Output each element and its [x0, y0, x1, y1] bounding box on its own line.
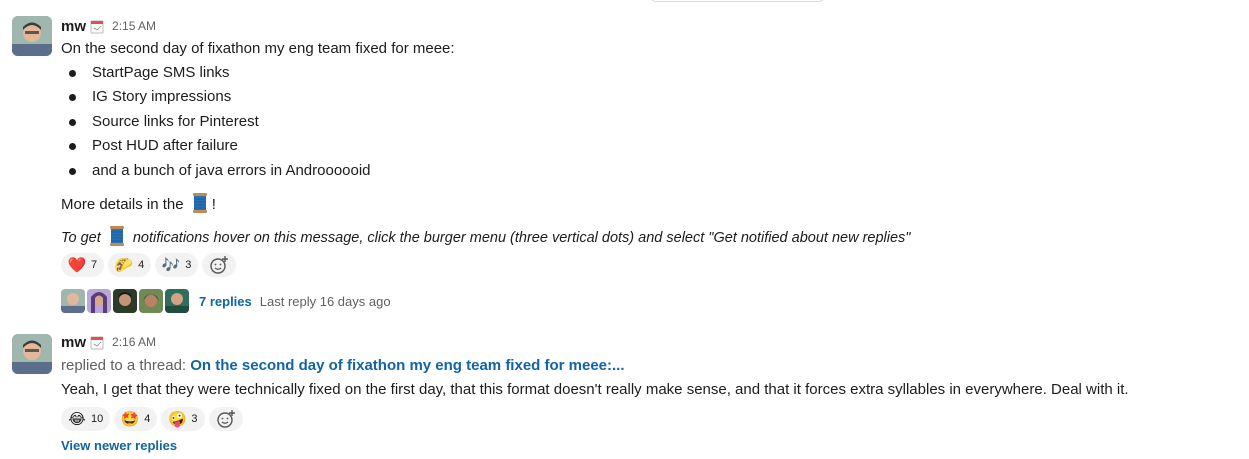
note-text: notifications hover on this message, cli… — [132, 230, 911, 246]
add-emoji-icon — [210, 256, 229, 274]
last-reply-time: Last reply 16 days ago — [259, 293, 391, 309]
message-header: mw 2:16 AM — [61, 332, 156, 352]
reaction-heart[interactable]: ❤️ 7 — [61, 253, 105, 277]
laughing-emoji-icon: 😂 — [68, 410, 86, 428]
reaction-bar: ❤️ 7 🌮 4 🎶 3 — [61, 253, 237, 277]
reaction-count: 7 — [91, 259, 98, 271]
message-body: Yeah, I get that they were technically f… — [61, 381, 1129, 398]
list-item: Source links for Pinterest — [61, 110, 371, 134]
reaction-count: 3 — [185, 259, 192, 271]
message-intro: On the second day of fixathon my eng tea… — [61, 40, 455, 57]
replier-avatar — [139, 289, 163, 313]
replier-avatar — [61, 289, 85, 313]
details-line: More details in the ! — [61, 192, 216, 216]
reaction-count: 3 — [191, 413, 198, 425]
bullet-list: StartPage SMS links IG Story impressions… — [61, 61, 371, 183]
replies-link[interactable]: 7 replies — [199, 294, 252, 309]
reaction-zany[interactable]: 🤪 3 — [161, 407, 205, 431]
jump-pill[interactable] — [650, 0, 825, 2]
add-emoji-icon — [216, 410, 235, 428]
reaction-music[interactable]: 🎶 3 — [155, 253, 199, 277]
music-notes-emoji-icon: 🎶 — [161, 256, 181, 274]
list-item: StartPage SMS links — [61, 61, 371, 85]
reaction-star-struck[interactable]: 🤩 4 — [114, 407, 158, 431]
view-newer-replies-link[interactable]: View newer replies — [61, 438, 177, 453]
replied-prefix: replied to a thread: — [61, 357, 187, 374]
details-exclaim: ! — [211, 196, 216, 213]
thread-spool-icon — [107, 225, 127, 247]
reaction-taco[interactable]: 🌮 4 — [108, 253, 152, 277]
reaction-count: 4 — [144, 413, 151, 425]
heart-emoji-icon: ❤️ — [67, 256, 87, 274]
reaction-laughing[interactable]: 😂 10 — [61, 407, 111, 431]
calendar-status-icon[interactable] — [90, 335, 104, 350]
author-name[interactable]: mw — [61, 18, 86, 35]
notification-note: To get notifications hover on this messa… — [61, 225, 910, 249]
zany-face-emoji-icon: 🤪 — [168, 410, 187, 428]
add-reaction-button[interactable] — [208, 407, 243, 431]
thread-summary[interactable]: 7 replies Last reply 16 days ago — [61, 288, 391, 314]
reaction-count: 4 — [138, 259, 145, 271]
replier-avatar — [113, 289, 137, 313]
calendar-status-icon[interactable] — [90, 19, 104, 34]
note-prefix: To get — [61, 230, 101, 246]
replier-avatar — [87, 289, 111, 313]
reaction-count: 10 — [91, 413, 104, 425]
star-struck-emoji-icon: 🤩 — [120, 410, 140, 428]
list-item: IG Story impressions — [61, 85, 371, 109]
author-name[interactable]: mw — [61, 334, 86, 351]
avatar[interactable] — [12, 16, 52, 56]
replier-avatar — [165, 289, 189, 313]
add-reaction-button[interactable] — [202, 253, 237, 277]
avatar[interactable] — [12, 334, 52, 374]
reaction-bar: 😂 10 🤩 4 🤪 3 — [61, 407, 243, 431]
message-header: mw 2:15 AM — [61, 16, 156, 36]
replied-to-line: replied to a thread: On the second day o… — [61, 357, 625, 374]
thread-spool-icon — [190, 192, 210, 214]
parent-thread-link[interactable]: On the second day of fixathon my eng tea… — [190, 357, 624, 374]
taco-emoji-icon: 🌮 — [114, 256, 134, 274]
timestamp[interactable]: 2:15 AM — [112, 19, 156, 33]
timestamp[interactable]: 2:16 AM — [112, 335, 156, 349]
list-item: Post HUD after failure — [61, 134, 371, 158]
list-item: and a bunch of java errors in Androooooi… — [61, 159, 371, 183]
details-text: More details in the — [61, 196, 184, 213]
